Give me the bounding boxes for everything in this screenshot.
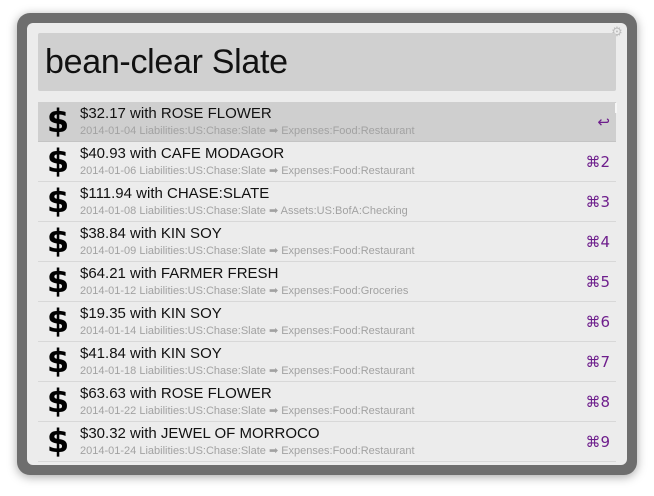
result-title: $32.17 with ROSE FLOWER	[80, 105, 272, 122]
result-subtitle: 2014-01-04 Liabilities:US:Chase:Slate ➡ …	[80, 125, 415, 137]
result-subtitle: 2014-01-09 Liabilities:US:Chase:Slate ➡ …	[80, 245, 415, 257]
result-row[interactable]: $ $64.21 with FARMER FRESH 2014-01-12 Li…	[38, 262, 616, 302]
launcher-window: ⚙ bean-clear Slate $ $32.17 with ROSE FL…	[17, 13, 637, 475]
dollar-icon: $	[46, 182, 70, 220]
result-subtitle: 2014-01-12 Liabilities:US:Chase:Slate ➡ …	[80, 285, 409, 297]
result-row[interactable]: $ $38.84 with KIN SOY 2014-01-09 Liabili…	[38, 222, 616, 262]
result-title: $111.94 with CHASE:SLATE	[80, 185, 270, 202]
dollar-icon: $	[46, 222, 70, 260]
result-subtitle: 2014-01-24 Liabilities:US:Chase:Slate ➡ …	[80, 445, 415, 457]
launcher-panel: ⚙ bean-clear Slate $ $32.17 with ROSE FL…	[27, 23, 627, 465]
result-title: $30.32 with JEWEL OF MORROCO	[80, 425, 320, 442]
dollar-icon: $	[46, 262, 70, 300]
result-shortcut: ⌘9	[585, 433, 610, 451]
result-subtitle: 2014-01-14 Liabilities:US:Chase:Slate ➡ …	[80, 325, 415, 337]
scroll-indicator	[615, 103, 617, 113]
result-row[interactable]: $ $63.63 with ROSE FLOWER 2014-01-22 Lia…	[38, 382, 616, 422]
result-subtitle: 2014-01-08 Liabilities:US:Chase:Slate ➡ …	[80, 205, 408, 217]
result-title: $40.93 with CAFE MODAGOR	[80, 145, 285, 162]
result-subtitle: 2014-01-06 Liabilities:US:Chase:Slate ➡ …	[80, 165, 415, 177]
return-key-icon: ↩	[597, 113, 610, 131]
result-title: $19.35 with KIN SOY	[80, 305, 222, 322]
results-list: $ $32.17 with ROSE FLOWER 2014-01-04 Lia…	[38, 102, 617, 462]
result-shortcut: ⌘5	[585, 273, 610, 291]
result-shortcut: ⌘6	[585, 313, 610, 331]
result-row[interactable]: $ $19.35 with KIN SOY 2014-01-14 Liabili…	[38, 302, 616, 342]
result-row[interactable]: $ $32.17 with ROSE FLOWER 2014-01-04 Lia…	[38, 102, 617, 142]
result-subtitle: 2014-01-22 Liabilities:US:Chase:Slate ➡ …	[80, 405, 415, 417]
result-shortcut: ⌘8	[585, 393, 610, 411]
result-row[interactable]: $ $41.84 with KIN SOY 2014-01-18 Liabili…	[38, 342, 616, 382]
result-shortcut: ⌘2	[585, 153, 610, 171]
result-subtitle: 2014-01-18 Liabilities:US:Chase:Slate ➡ …	[80, 365, 415, 377]
result-row[interactable]: $ $111.94 with CHASE:SLATE 2014-01-08 Li…	[38, 182, 616, 222]
dollar-icon: $	[46, 302, 70, 340]
result-shortcut: ⌘7	[585, 353, 610, 371]
search-query[interactable]: bean-clear Slate	[45, 43, 288, 82]
dollar-icon: $	[46, 142, 70, 180]
result-title: $41.84 with KIN SOY	[80, 345, 222, 362]
dollar-icon: $	[46, 342, 70, 380]
result-title: $64.21 with FARMER FRESH	[80, 265, 279, 282]
result-shortcut: ⌘3	[585, 193, 610, 211]
dollar-icon: $	[46, 102, 70, 140]
result-title: $63.63 with ROSE FLOWER	[80, 385, 272, 402]
result-row[interactable]: $ $30.32 with JEWEL OF MORROCO 2014-01-2…	[38, 422, 616, 462]
result-title: $38.84 with KIN SOY	[80, 225, 222, 242]
search-field[interactable]: bean-clear Slate	[38, 33, 616, 91]
dollar-icon: $	[46, 382, 70, 420]
result-shortcut: ⌘4	[585, 233, 610, 251]
result-row[interactable]: $ $40.93 with CAFE MODAGOR 2014-01-06 Li…	[38, 142, 616, 182]
dollar-icon: $	[46, 422, 70, 460]
